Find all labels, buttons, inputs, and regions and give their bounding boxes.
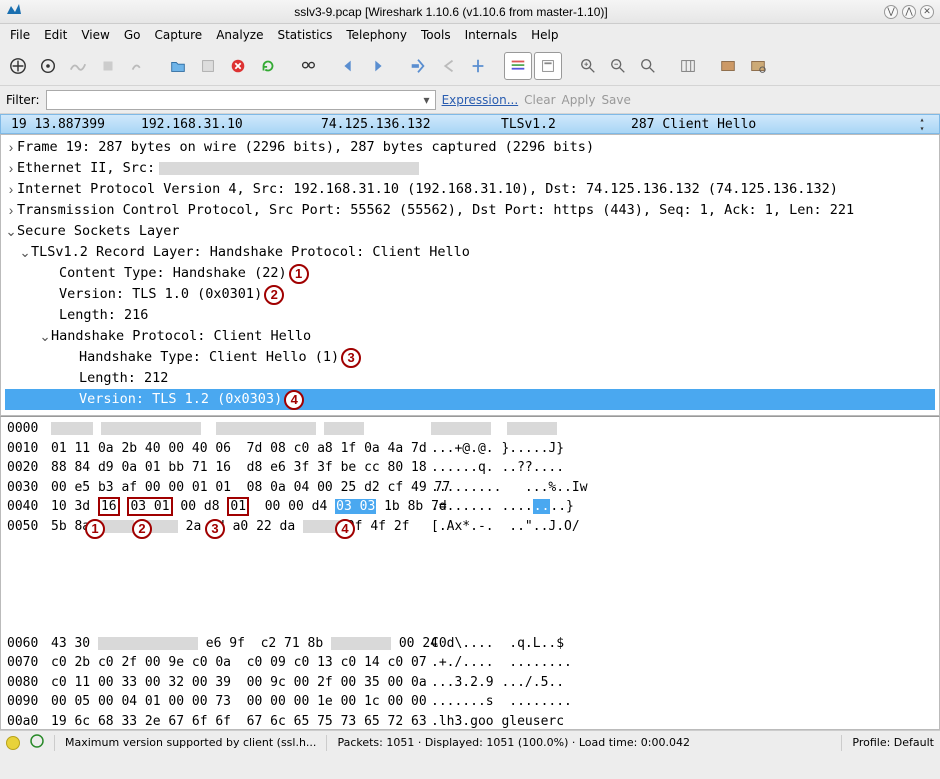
window-title: sslv3-9.pcap [Wireshark 1.10.6 (v1.10.6 … (294, 5, 607, 19)
colorize-icon[interactable] (504, 52, 532, 80)
zoom-in-icon[interactable] (574, 52, 602, 80)
expression-link[interactable]: Expression... (442, 93, 519, 107)
tree-ethernet[interactable]: Ethernet II, Src: (17, 158, 155, 179)
save-icon[interactable] (194, 52, 222, 80)
go-to-icon[interactable] (404, 52, 432, 80)
expand-icon[interactable]: › (5, 179, 17, 200)
menu-edit[interactable]: Edit (38, 26, 73, 44)
menubar: File Edit View Go Capture Analyze Statis… (0, 24, 940, 46)
filter-label: Filter: (6, 93, 40, 107)
apply-link[interactable]: Apply (562, 93, 596, 107)
menu-capture[interactable]: Capture (148, 26, 208, 44)
menu-tools[interactable]: Tools (415, 26, 457, 44)
tree-record-length[interactable]: Length: 216 (59, 305, 148, 326)
hex-annotation-1: 1 (85, 519, 105, 539)
tree-handshake-type[interactable]: Handshake Type: Client Hello (1) (79, 347, 339, 368)
tree-ssl[interactable]: Secure Sockets Layer (17, 221, 180, 242)
interfaces-icon[interactable] (4, 52, 32, 80)
zoom-out-icon[interactable] (604, 52, 632, 80)
status-packets: Packets: 1051 · Displayed: 1051 (100.0%)… (337, 736, 690, 749)
collapse-icon[interactable]: ⌄ (19, 242, 31, 263)
annotation-1: 1 (289, 264, 309, 284)
tree-tcp[interactable]: Transmission Control Protocol, Src Port:… (17, 200, 854, 221)
expand-icon[interactable]: › (5, 137, 17, 158)
tree-frame[interactable]: Frame 19: 287 bytes on wire (2296 bits),… (17, 137, 594, 158)
filter-input[interactable] (46, 90, 436, 110)
clear-link[interactable]: Clear (524, 93, 555, 107)
reload-icon[interactable] (254, 52, 282, 80)
hex-pane[interactable]: 0000 001001 11 0a 2b 40 00 40 06 7d 08 c… (0, 416, 940, 730)
menu-help[interactable]: Help (525, 26, 564, 44)
hex-box-2: 03 01 (127, 497, 172, 516)
hex-box-1: 16 (98, 497, 120, 516)
go-back-icon[interactable] (334, 52, 362, 80)
pkt-proto: TLSv1.2 (501, 117, 631, 132)
tree-handshake-length[interactable]: Length: 212 (79, 368, 168, 389)
tree-record-layer[interactable]: TLSv1.2 Record Layer: Handshake Protocol… (31, 242, 470, 263)
hex-annotation-3: 3 (205, 519, 225, 539)
status-profile[interactable]: Profile: Default (852, 736, 934, 749)
pkt-no: 19 (11, 117, 27, 132)
expand-icon[interactable]: › (5, 158, 17, 179)
expert-info-icon[interactable] (6, 736, 20, 750)
hex-annotation-4: 4 (335, 519, 355, 539)
menu-file[interactable]: File (4, 26, 36, 44)
annotation-2: 2 (264, 285, 284, 305)
pkt-src: 192.168.31.10 (141, 117, 321, 132)
stop-capture-icon[interactable] (94, 52, 122, 80)
pkt-dst: 74.125.136.132 (321, 117, 501, 132)
hex-annotation-2: 2 (132, 519, 152, 539)
find-icon[interactable] (294, 52, 322, 80)
packet-list-row[interactable]: 19 13.887399 192.168.31.10 74.125.136.13… (0, 114, 940, 134)
pkt-len: 287 (631, 117, 654, 132)
tree-handshake-version[interactable]: Version: TLS 1.2 (0x0303) (79, 389, 282, 410)
toolbar (0, 46, 940, 86)
options-icon[interactable] (34, 52, 62, 80)
go-first-icon[interactable] (434, 52, 462, 80)
status-field-name: Maximum version supported by client (ssl… (65, 736, 316, 749)
filter-dropdown-icon[interactable]: ▾ (420, 92, 434, 108)
tree-ip[interactable]: Internet Protocol Version 4, Src: 192.16… (17, 179, 838, 200)
collapse-icon[interactable]: ⌄ (5, 221, 17, 242)
redacted (159, 162, 419, 175)
close-file-icon[interactable] (224, 52, 252, 80)
close-icon[interactable]: ✕ (920, 5, 934, 19)
tree-content-type[interactable]: Content Type: Handshake (22) (59, 263, 287, 284)
app-icon (6, 2, 22, 21)
menu-statistics[interactable]: Statistics (271, 26, 338, 44)
hex-box-3: 01 (227, 497, 249, 516)
annotations-icon[interactable] (30, 734, 44, 751)
menu-analyze[interactable]: Analyze (210, 26, 269, 44)
annotation-4: 4 (284, 390, 304, 410)
menu-telephony[interactable]: Telephony (340, 26, 413, 44)
display-filters-icon[interactable] (744, 52, 772, 80)
packet-details-pane[interactable]: ›Frame 19: 287 bytes on wire (2296 bits)… (0, 134, 940, 416)
go-forward-icon[interactable] (364, 52, 392, 80)
save-link[interactable]: Save (601, 93, 630, 107)
menu-go[interactable]: Go (118, 26, 147, 44)
capture-filters-icon[interactable] (714, 52, 742, 80)
minimize-icon[interactable]: ⋁ (884, 5, 898, 19)
resize-columns-icon[interactable] (674, 52, 702, 80)
tree-handshake[interactable]: Handshake Protocol: Client Hello (51, 326, 311, 347)
go-last-icon[interactable] (464, 52, 492, 80)
annotation-3: 3 (341, 348, 361, 368)
pkt-info: Client Hello (662, 117, 756, 132)
collapse-icon[interactable]: ⌄ (39, 326, 51, 347)
packet-scrollbar[interactable]: ▴▾ (915, 115, 929, 133)
pkt-time: 13.887399 (34, 117, 104, 132)
hex-selected-bytes: 03 03 (335, 499, 376, 514)
start-capture-icon[interactable] (64, 52, 92, 80)
auto-scroll-icon[interactable] (534, 52, 562, 80)
zoom-100-icon[interactable] (634, 52, 662, 80)
maximize-icon[interactable]: ⋀ (902, 5, 916, 19)
tree-record-version[interactable]: Version: TLS 1.0 (0x0301) (59, 284, 262, 305)
restart-capture-icon[interactable] (124, 52, 152, 80)
expand-icon[interactable]: › (5, 200, 17, 221)
open-icon[interactable] (164, 52, 192, 80)
menu-view[interactable]: View (75, 26, 115, 44)
menu-internals[interactable]: Internals (459, 26, 524, 44)
